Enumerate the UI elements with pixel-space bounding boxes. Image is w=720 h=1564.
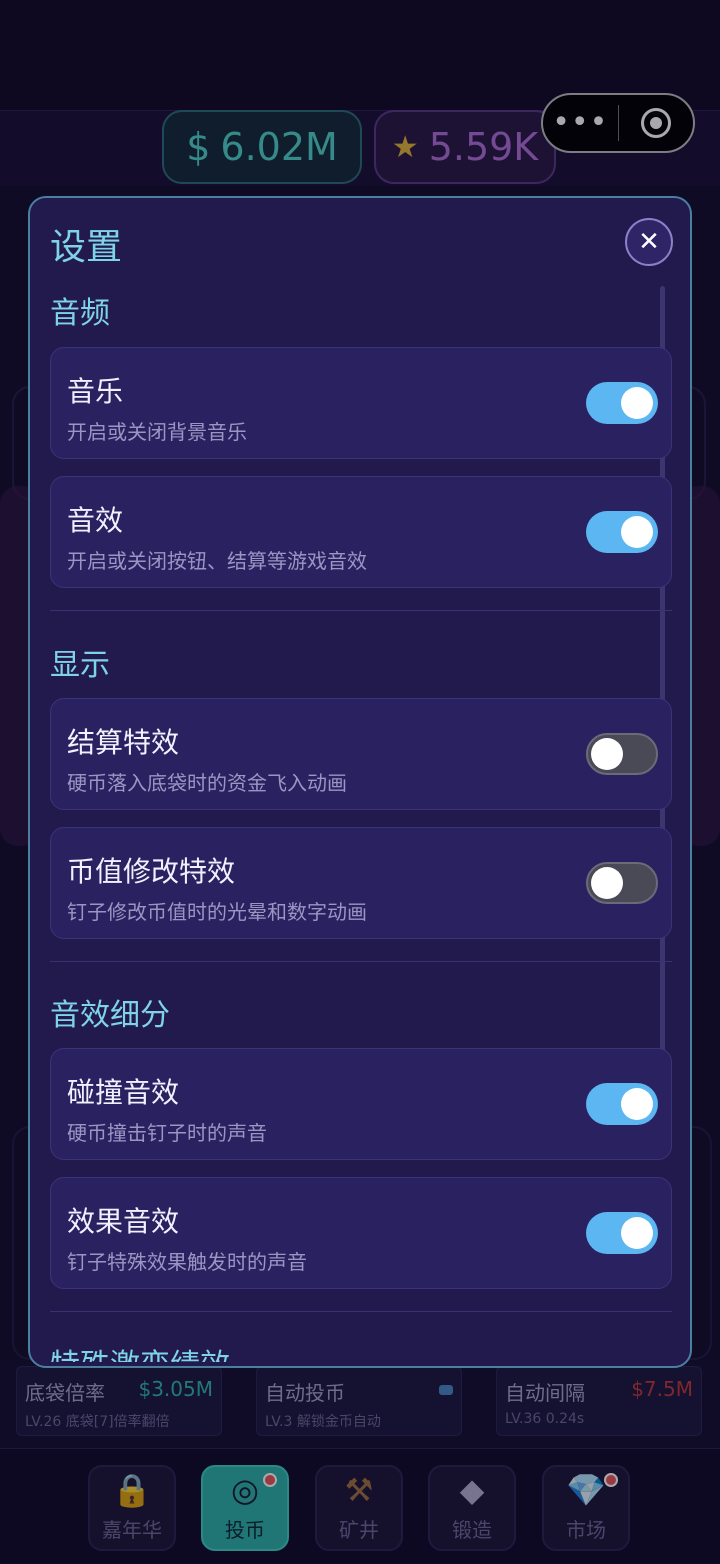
section-divider <box>50 961 672 962</box>
setting-desc: 开启或关闭按钮、结算等游戏音效 <box>67 549 367 573</box>
section-title-sfx-detail: 音效细分 <box>50 998 170 1033</box>
setting-row-value-effect: 币值修改特效 钉子修改币值时的光晕和数字动画 <box>50 827 672 939</box>
sfx-toggle[interactable] <box>586 511 658 553</box>
setting-desc: 硬币撞击钉子时的声音 <box>67 1121 267 1145</box>
music-toggle[interactable] <box>586 382 658 424</box>
setting-title: 币值修改特效 <box>67 855 236 888</box>
setting-desc: 硬币落入底袋时的资金飞入动画 <box>67 771 347 795</box>
toggle-knob <box>591 867 623 899</box>
section-divider <box>50 610 672 611</box>
modal-title: 设置 <box>50 227 123 268</box>
collision-sfx-toggle[interactable] <box>586 1083 658 1125</box>
toggle-knob <box>621 1088 653 1120</box>
toggle-knob <box>591 738 623 770</box>
section-title-cut-off: 特殊激变绩效 <box>50 1340 230 1362</box>
setting-desc: 钉子修改币值时的光晕和数字动画 <box>67 900 367 924</box>
setting-title: 音乐 <box>67 375 124 408</box>
section-title-display: 显示 <box>50 648 110 683</box>
settle-effect-toggle[interactable] <box>586 733 658 775</box>
setting-desc: 钉子特殊效果触发时的声音 <box>67 1250 307 1274</box>
setting-title: 碰撞音效 <box>67 1076 180 1109</box>
toggle-knob <box>621 516 653 548</box>
setting-row-settle-effect: 结算特效 硬币落入底袋时的资金飞入动画 <box>50 698 672 810</box>
value-effect-toggle[interactable] <box>586 862 658 904</box>
setting-title: 效果音效 <box>67 1205 180 1238</box>
setting-desc: 开启或关闭背景音乐 <box>67 420 247 444</box>
setting-row-music: 音乐 开启或关闭背景音乐 <box>50 347 672 459</box>
setting-title: 音效 <box>67 504 124 537</box>
section-divider <box>50 1311 672 1312</box>
toggle-knob <box>621 387 653 419</box>
effect-sfx-toggle[interactable] <box>586 1212 658 1254</box>
setting-row-collision-sfx: 碰撞音效 硬币撞击钉子时的声音 <box>50 1048 672 1160</box>
setting-title: 结算特效 <box>67 726 180 759</box>
close-icon: ✕ <box>638 227 660 257</box>
setting-row-sfx: 音效 开启或关闭按钮、结算等游戏音效 <box>50 476 672 588</box>
toggle-knob <box>621 1217 653 1249</box>
close-button[interactable]: ✕ <box>625 218 673 266</box>
settings-modal: 设置 ✕ 音频 音乐 开启或关闭背景音乐 音效 开启或关闭按钮、结算等游戏音效 … <box>28 196 692 1368</box>
setting-row-effect-sfx: 效果音效 钉子特殊效果触发时的声音 <box>50 1177 672 1289</box>
section-title-audio: 音频 <box>50 296 110 331</box>
